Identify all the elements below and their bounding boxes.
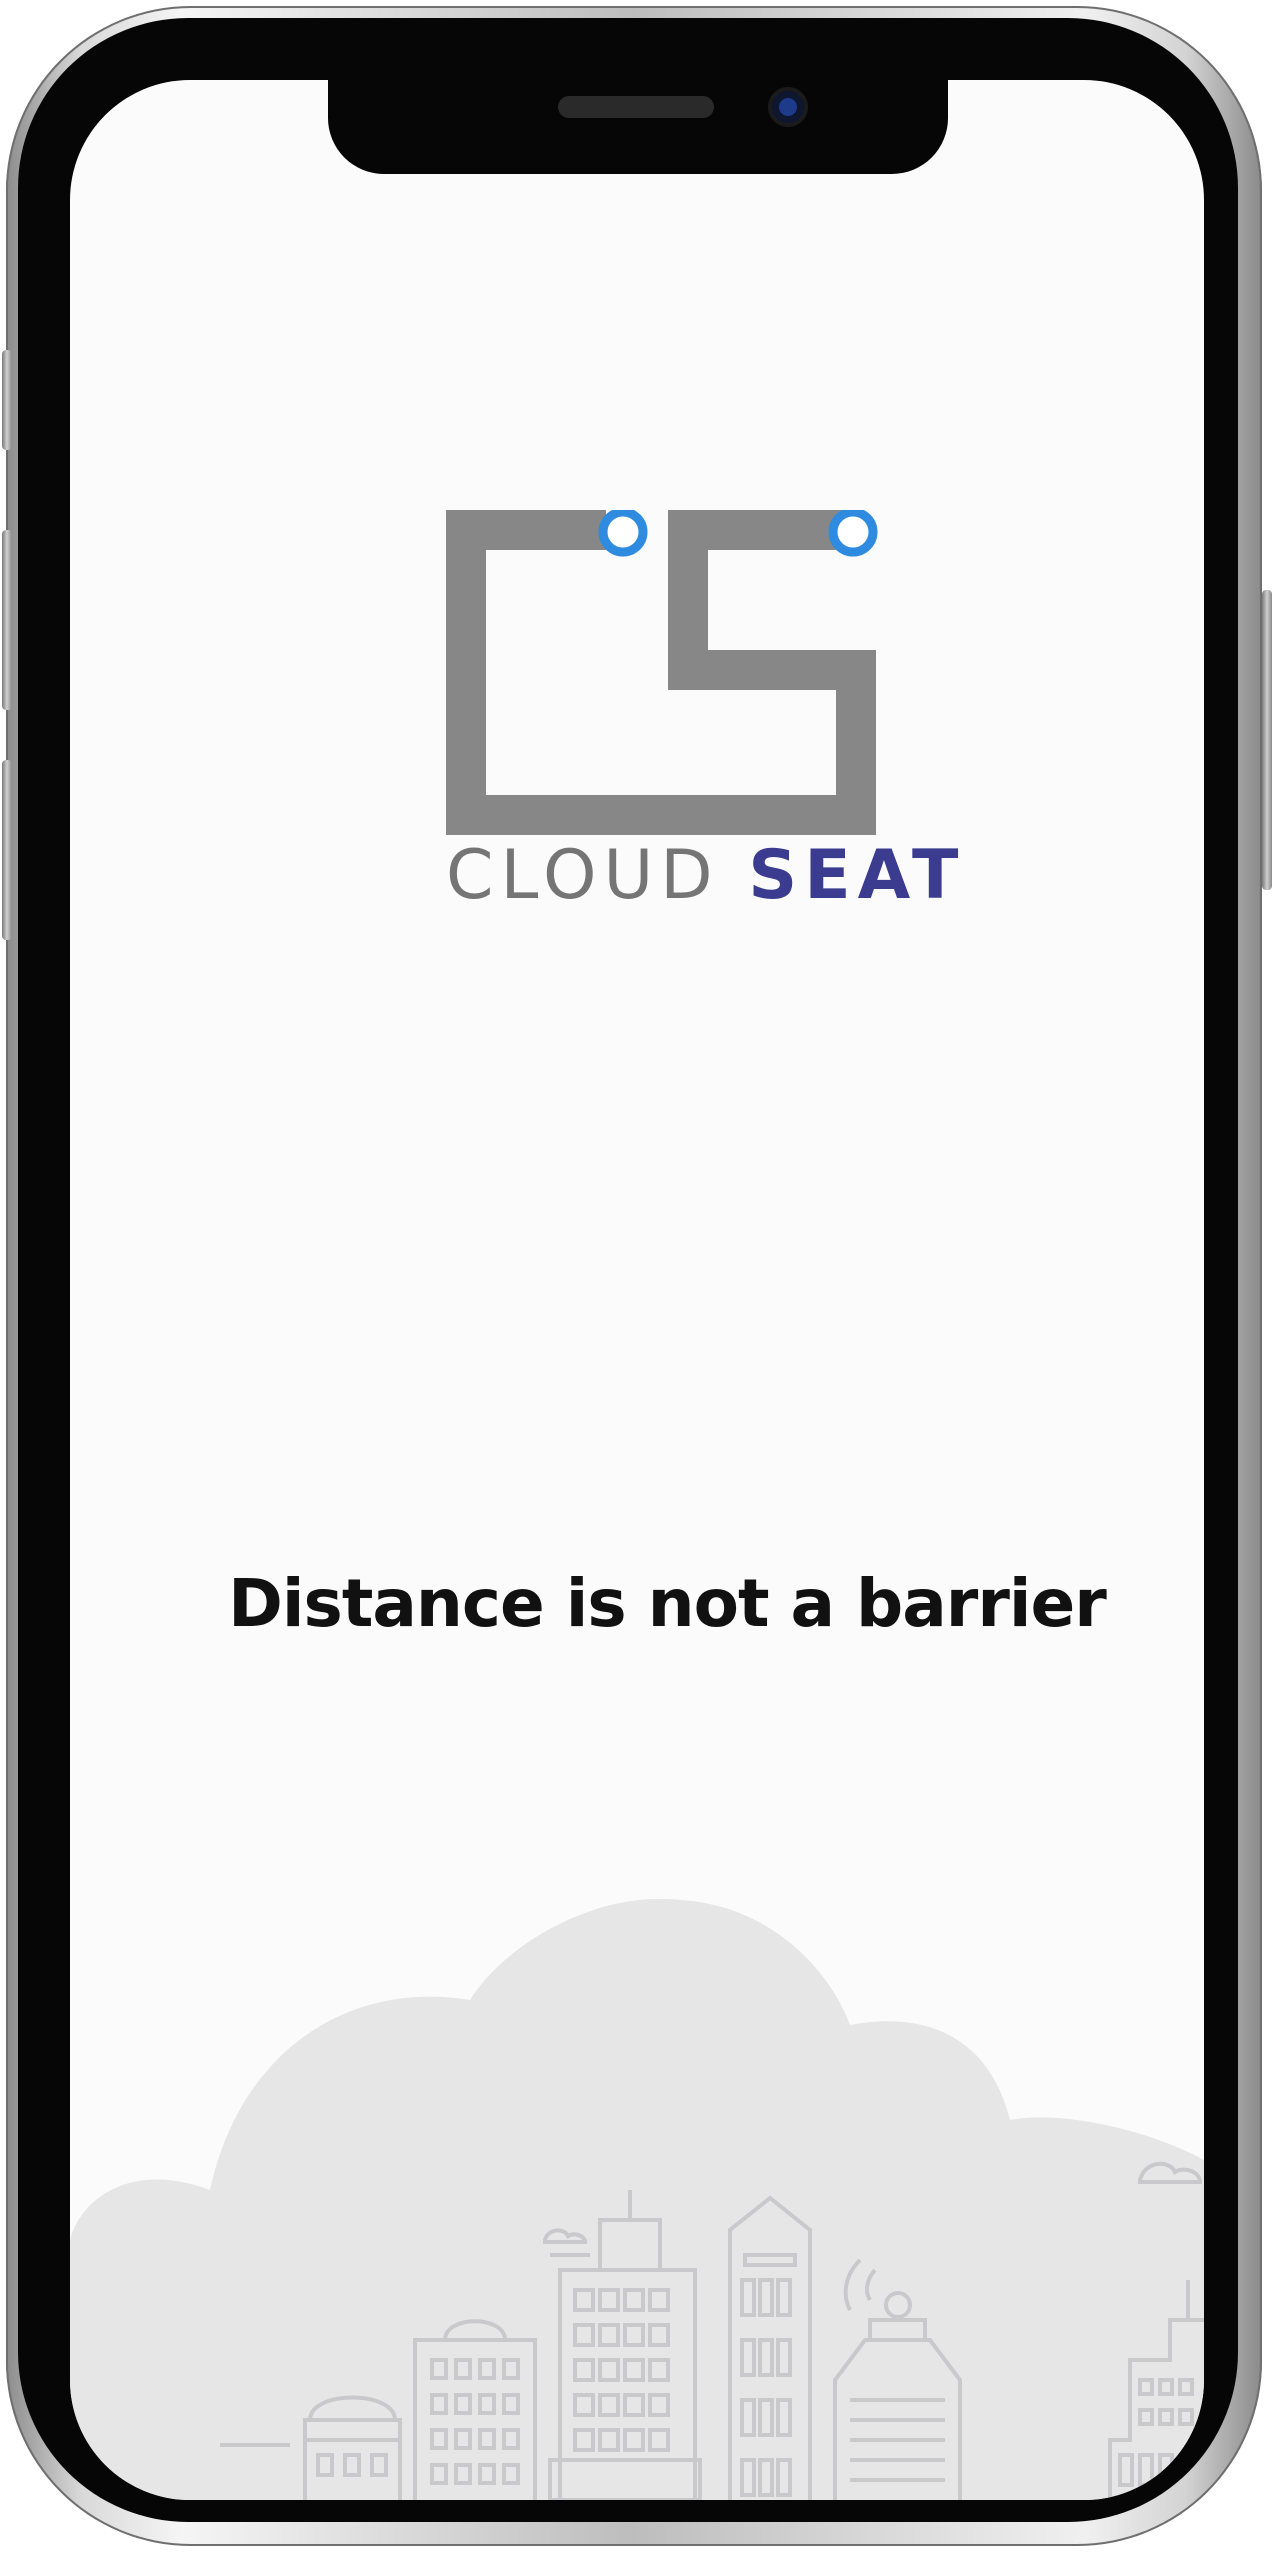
speaker-grille [558,96,714,118]
logo-c-dot [598,507,648,557]
logo-c-shape [446,510,674,835]
cloud-shape [70,1898,1204,2500]
side-button-silent [2,350,12,450]
phone-mockup: CLOUD SEAT Distance is not a barrier [0,0,1274,2555]
logo-s-shape [668,510,876,835]
side-button-volume-down [2,760,12,940]
brand-name: CLOUD SEAT [446,842,958,910]
camera-icon [768,87,808,127]
side-button-power [1262,590,1272,890]
splash-screen: CLOUD SEAT Distance is not a barrier [70,80,1204,2500]
city-skyline-illustration [70,1898,1204,2500]
phone-notch [328,80,948,174]
cs-logo-mark-icon [446,507,878,835]
brand-word-cloud: CLOUD [446,836,720,915]
logo-s-dot [828,507,878,557]
cloud-seat-logo: CLOUD SEAT [446,507,958,930]
brand-word-seat: SEAT [748,836,966,915]
tagline-text: Distance is not a barrier [228,1565,1107,1642]
side-button-volume-up [2,530,12,710]
